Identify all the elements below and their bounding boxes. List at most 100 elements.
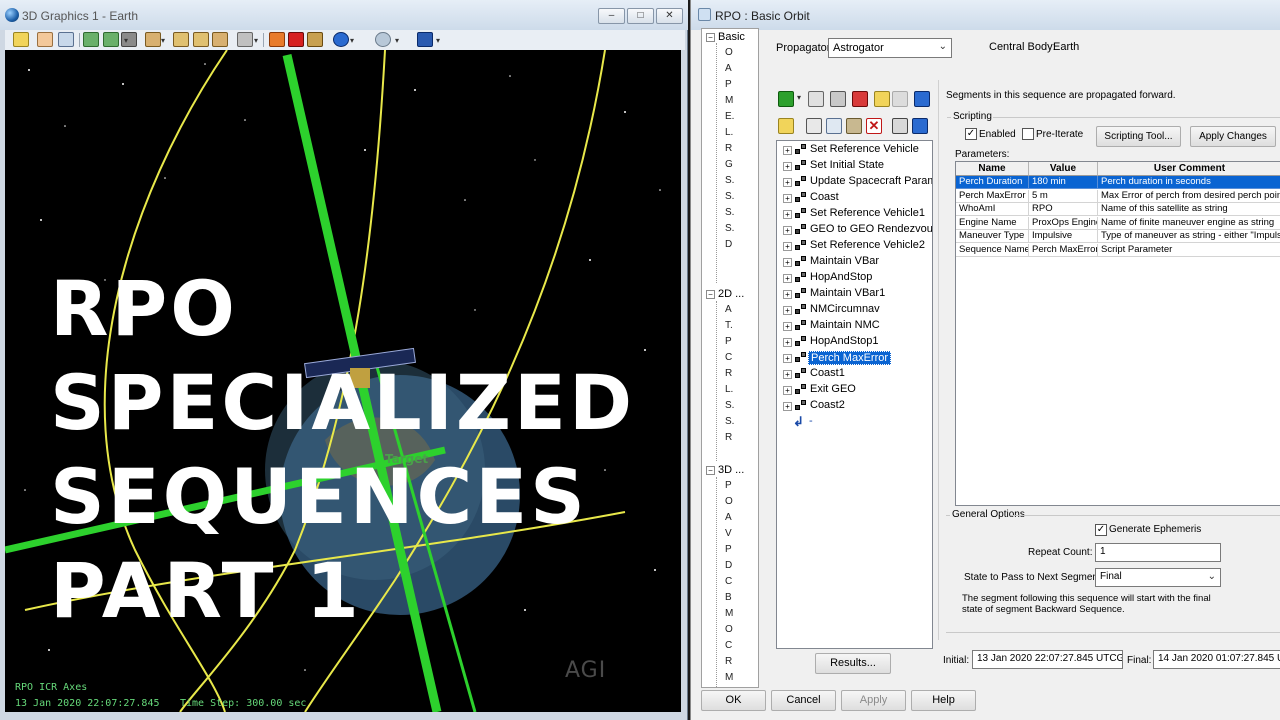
expand-plus-icon[interactable]: + bbox=[783, 226, 792, 235]
param-value-cell[interactable]: 5 m bbox=[1029, 189, 1098, 203]
nav-item[interactable]: O bbox=[725, 47, 733, 58]
sequence-segment-row[interactable]: + Coast1 bbox=[777, 366, 932, 382]
expand-plus-icon[interactable]: + bbox=[783, 306, 792, 315]
nav-item[interactable]: R bbox=[725, 432, 732, 443]
nav-item[interactable]: T. bbox=[725, 320, 733, 331]
clear-graphics-icon[interactable] bbox=[830, 91, 846, 107]
nav-item[interactable]: R bbox=[725, 143, 732, 154]
param-comment-cell[interactable]: Max Error of perch from desired perch po… bbox=[1098, 190, 1280, 203]
sequence-segment-row[interactable]: + HopAndStop bbox=[777, 270, 932, 286]
expand-plus-icon[interactable]: + bbox=[783, 146, 792, 155]
nav-item[interactable]: D bbox=[725, 239, 732, 250]
mission-control-sequence-tree[interactable]: + Set Reference Vehicle + Set Initial State… bbox=[776, 140, 933, 649]
sequence-segment-row[interactable]: + Coast bbox=[777, 190, 932, 206]
cut-icon[interactable] bbox=[806, 118, 822, 134]
nav-item[interactable]: P bbox=[725, 544, 732, 555]
nav-item[interactable]: P bbox=[725, 79, 732, 90]
nav-item[interactable]: P bbox=[725, 480, 732, 491]
nav-item[interactable]: M bbox=[725, 608, 733, 619]
parameter-row[interactable]: Perch MaxError 5 m Max Error of perch from… bbox=[956, 189, 1280, 203]
expand-plus-icon[interactable]: + bbox=[783, 370, 792, 379]
expand-plus-icon[interactable]: + bbox=[783, 322, 792, 331]
state-pass-select[interactable]: Final ⌄ bbox=[1095, 568, 1221, 587]
expand-plus-icon[interactable]: + bbox=[783, 258, 792, 267]
view-to-icon[interactable] bbox=[103, 32, 119, 47]
param-name-cell[interactable]: Perch Duration bbox=[956, 176, 1029, 189]
param-name-cell[interactable]: Sequence Name bbox=[956, 244, 1029, 257]
nav-item[interactable]: S. bbox=[725, 175, 734, 186]
repeat-count-input[interactable]: 1 bbox=[1095, 543, 1221, 562]
expand-toggle-icon[interactable]: − bbox=[706, 290, 715, 299]
scripting-tool-button[interactable]: Scripting Tool... bbox=[1096, 126, 1181, 147]
sequence-end-row[interactable]: ↲ - bbox=[777, 414, 932, 430]
nav-item[interactable]: A bbox=[725, 304, 732, 315]
sequence-segment-row[interactable]: + Update Spacecraft Param... bbox=[777, 174, 932, 190]
sequence-segment-row[interactable]: + GEO to GEO Rendezvous ... bbox=[777, 222, 932, 238]
run-dropdown-icon[interactable]: ▾ bbox=[797, 93, 801, 102]
nav-item[interactable]: G bbox=[725, 159, 733, 170]
nav-root-basic[interactable]: Basic bbox=[718, 31, 745, 43]
delete-icon[interactable]: ✕ bbox=[866, 118, 882, 134]
segment-properties-icon[interactable] bbox=[912, 118, 928, 134]
nav-item[interactable]: C bbox=[725, 576, 732, 587]
paste-icon[interactable] bbox=[846, 118, 862, 134]
step-icon[interactable] bbox=[808, 91, 824, 107]
measure-dropdown-icon[interactable]: ▾ bbox=[254, 36, 258, 45]
param-value-cell[interactable]: Perch MaxError bbox=[1029, 244, 1098, 257]
parameter-row[interactable]: Maneuver Type Impulsive Type of maneuver a… bbox=[956, 230, 1280, 244]
record-movie-icon[interactable] bbox=[307, 32, 323, 47]
graphics-window-titlebar[interactable]: 3D Graphics 1 - Earth – □ ✕ bbox=[0, 0, 688, 30]
parameter-row[interactable]: Engine Name ProxOps Engine Name of finite … bbox=[956, 216, 1280, 230]
nav-item[interactable]: R bbox=[725, 656, 732, 667]
zoom-icon[interactable] bbox=[58, 32, 74, 47]
expand-plus-icon[interactable]: + bbox=[783, 210, 792, 219]
sequence-segment-row[interactable]: + Set Reference Vehicle2 bbox=[777, 238, 932, 254]
new-scene-icon[interactable] bbox=[13, 32, 29, 47]
expand-plus-icon[interactable]: + bbox=[783, 274, 792, 283]
param-value-cell[interactable]: ProxOps Engine bbox=[1029, 216, 1098, 230]
col-header-name[interactable]: Name bbox=[956, 162, 1029, 176]
nav-item[interactable]: S. bbox=[725, 416, 734, 427]
nav-item[interactable]: M bbox=[725, 672, 733, 683]
expand-plus-icon[interactable]: + bbox=[783, 402, 792, 411]
parameters-grid[interactable]: Name Value User Comment Perch Duration 18… bbox=[955, 161, 1280, 506]
sequence-segment-row[interactable]: + Set Reference Vehicle bbox=[777, 142, 932, 158]
param-comment-cell[interactable]: Name of this satellite as string bbox=[1098, 203, 1280, 217]
param-comment-cell[interactable]: Name of finite maneuver engine as string bbox=[1098, 217, 1280, 230]
orbit-view-icon[interactable] bbox=[212, 32, 228, 47]
annotation-pen-icon[interactable] bbox=[269, 32, 285, 47]
parameter-row[interactable]: Sequence Name Perch MaxError Script Parame… bbox=[956, 244, 1280, 257]
parameter-row[interactable]: Perch Duration 180 min Perch duration in s… bbox=[956, 176, 1280, 189]
help-button[interactable]: Help bbox=[911, 690, 976, 711]
minimize-button[interactable]: – bbox=[598, 8, 625, 24]
param-name-cell[interactable]: Perch MaxError bbox=[956, 189, 1029, 203]
pan-hand-icon[interactable] bbox=[37, 32, 53, 47]
nav-item[interactable]: A bbox=[725, 512, 732, 523]
expand-plus-icon[interactable]: + bbox=[783, 162, 792, 171]
copy-icon[interactable] bbox=[826, 118, 842, 134]
nav-item[interactable]: R bbox=[725, 368, 732, 379]
sequence-segment-row[interactable]: + Maintain VBar1 bbox=[777, 286, 932, 302]
sphere-dropdown-icon[interactable]: ▾ bbox=[395, 36, 399, 45]
sequence-properties-icon[interactable] bbox=[914, 91, 930, 107]
properties-dropdown-icon[interactable]: ▾ bbox=[436, 36, 440, 45]
expand-plus-icon[interactable]: + bbox=[783, 354, 792, 363]
nav-root-3d[interactable]: 3D ... bbox=[718, 464, 744, 476]
param-value-cell[interactable]: RPO bbox=[1029, 203, 1098, 217]
sequence-segment-row[interactable]: + Maintain NMC bbox=[777, 318, 932, 334]
nav-item[interactable]: L. bbox=[725, 127, 733, 138]
nav-item[interactable]: S. bbox=[725, 191, 734, 202]
expand-plus-icon[interactable]: + bbox=[783, 338, 792, 347]
nav-item[interactable]: A bbox=[725, 63, 732, 74]
sequence-segment-row[interactable]: + NMCircumnav bbox=[777, 302, 932, 318]
reset-view-dropdown-icon[interactable]: ▾ bbox=[124, 36, 128, 45]
property-nav-tree[interactable]: − Basic O A P M E. L. R G S. S. S. S. D − 2D ... A T.… bbox=[701, 28, 759, 688]
measure-tool-icon[interactable] bbox=[237, 32, 253, 47]
nav-item[interactable]: V bbox=[725, 528, 732, 539]
run-sequence-icon[interactable] bbox=[778, 91, 794, 107]
param-comment-cell[interactable]: Type of maneuver as string - either "Imp… bbox=[1098, 230, 1280, 244]
expand-plus-icon[interactable]: + bbox=[783, 194, 792, 203]
param-value-cell[interactable]: 180 min bbox=[1029, 176, 1098, 189]
enabled-checkbox[interactable]: ✓ bbox=[965, 128, 977, 140]
print-icon[interactable] bbox=[892, 118, 908, 134]
